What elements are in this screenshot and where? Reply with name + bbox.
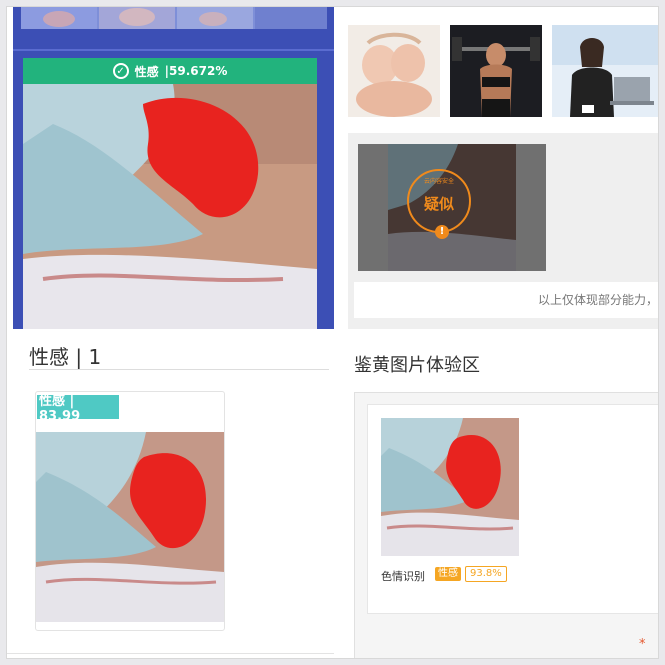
category-title: 性感 | 1 <box>29 345 102 369</box>
collage-frame: ✓ 性感 | 59.672% 性感 | 1 性感 | 83.99 云内容安全 疑… <box>6 6 659 659</box>
required-asterisk: * <box>639 637 646 652</box>
category-card-photo <box>36 432 224 622</box>
sample-image-babies[interactable] <box>348 25 440 117</box>
experience-photo <box>381 418 519 556</box>
sample-image-businesswoman[interactable] <box>552 25 658 117</box>
sample-image-fitness[interactable] <box>450 25 542 117</box>
stamp-arc-text: 云内容安全 <box>423 178 454 185</box>
warning-icon: ! <box>435 225 449 239</box>
result-banner: ✓ 性感 | 59.672% <box>23 58 317 84</box>
category-tag: 性感 <box>435 567 461 581</box>
suspect-stamp: 云内容安全 疑似 ! <box>407 169 471 239</box>
panel-divider <box>13 49 334 51</box>
confidence-score: 93.8% <box>465 566 507 582</box>
result-score: 59.672% <box>169 64 228 78</box>
analyzed-photo <box>23 84 317 329</box>
category-score-badge: 性感 | 83.99 <box>37 394 119 424</box>
experience-area-title: 鉴黄图片体验区 <box>354 355 480 376</box>
check-circle-icon: ✓ <box>112 63 129 79</box>
thumbnail-strip <box>21 7 327 29</box>
bottom-divider <box>7 653 334 654</box>
capability-note: 以上仅体现部分能力， <box>354 282 658 318</box>
title-underline <box>29 369 329 370</box>
result-label: 性感 <box>134 64 159 79</box>
porn-detection-label: 色情识别 <box>381 570 425 583</box>
stamp-main-text: 疑似 <box>423 195 454 213</box>
